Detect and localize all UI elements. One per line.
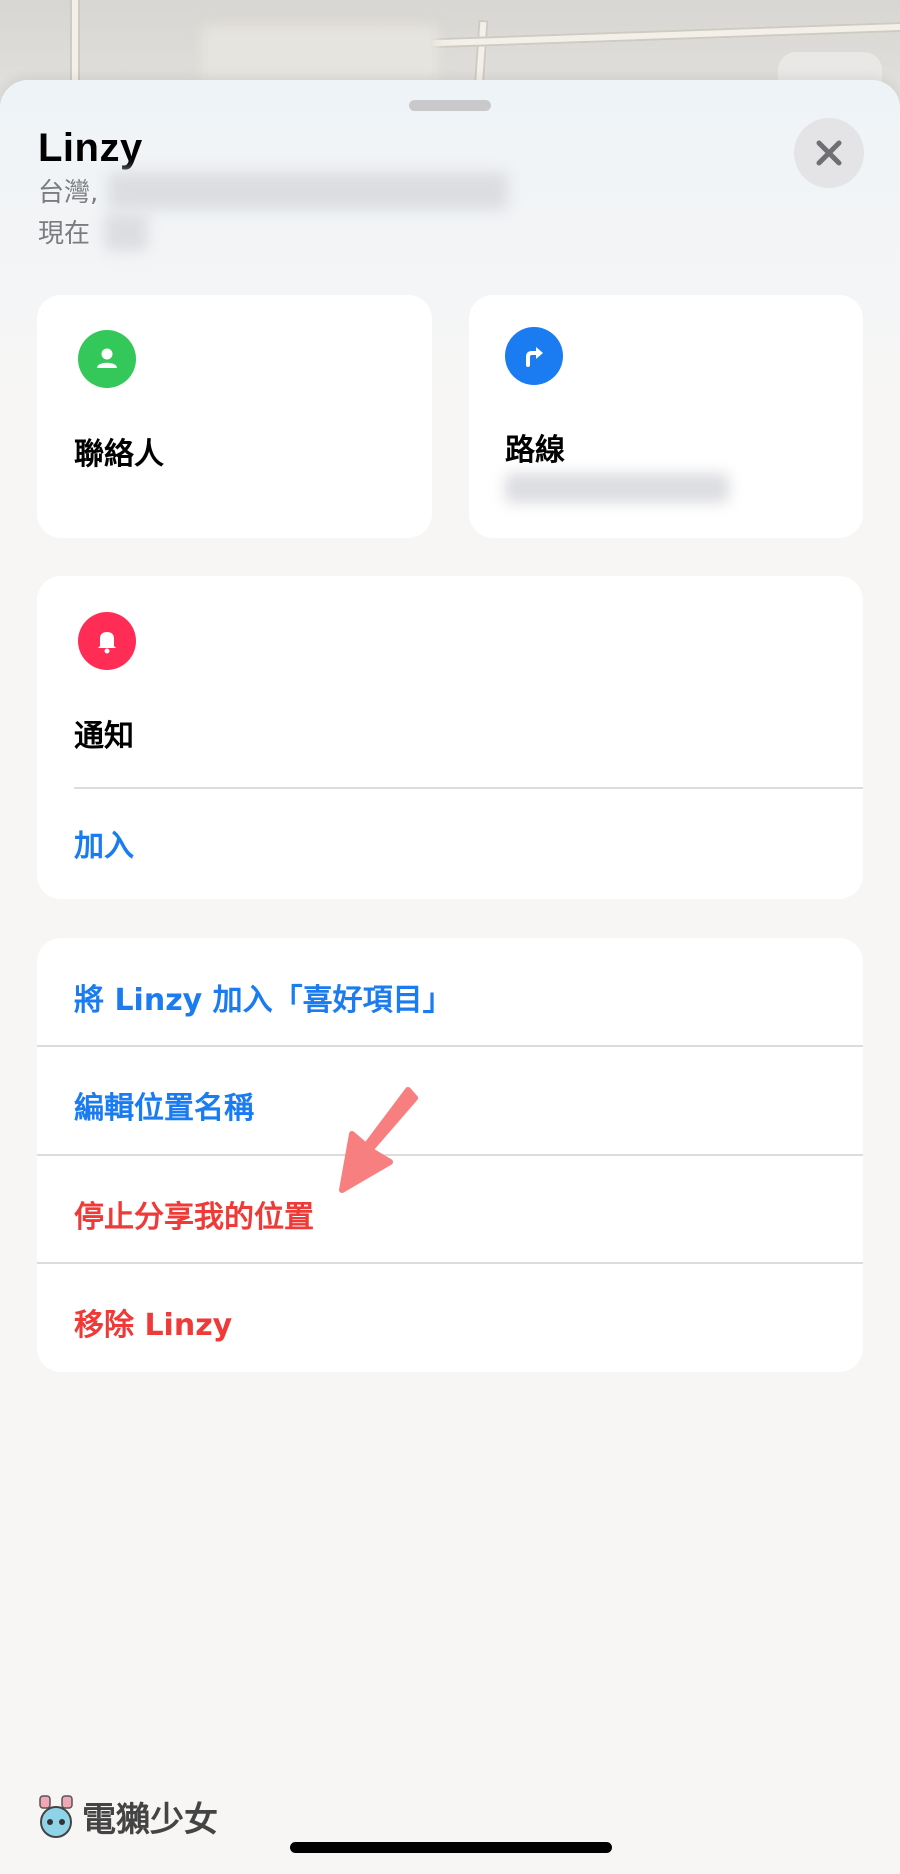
divider [37, 1045, 863, 1047]
person-name: Linzy [38, 126, 143, 170]
turn-right-icon [505, 327, 563, 385]
route-label: 路線 [505, 433, 565, 468]
add-notification-button[interactable]: 加入 [74, 821, 134, 865]
sheet-grabber[interactable] [409, 100, 491, 111]
map-label-blurred [202, 26, 438, 84]
watermark-logo: 電獺少女 [36, 1792, 218, 1841]
contact-card[interactable]: 聯絡人 [37, 295, 432, 538]
divider [74, 787, 863, 789]
remove-person-button[interactable]: 移除 Linzy [74, 1300, 232, 1344]
contact-label: 聯絡人 [74, 437, 164, 472]
map-road [429, 21, 900, 49]
action-list: 將 Linzy 加入「喜好項目」 編輯位置名稱 停止分享我的位置 移除 Linz… [37, 938, 863, 1372]
add-to-favorites-button[interactable]: 將 Linzy 加入「喜好項目」 [74, 975, 453, 1019]
divider [37, 1154, 863, 1156]
edit-location-name-button[interactable]: 編輯位置名稱 [74, 1083, 254, 1127]
watermark-text: 電獺少女 [82, 1800, 218, 1840]
divider [37, 1262, 863, 1264]
stop-sharing-location-button[interactable]: 停止分享我的位置 [74, 1192, 314, 1236]
route-card[interactable]: 路線 [469, 295, 863, 538]
annotation-arrow-icon [339, 1087, 418, 1193]
time-text: 現在 [38, 219, 91, 249]
mascot-icon [39, 1794, 73, 1838]
bell-icon [78, 612, 136, 670]
notification-card: 通知 加入 [37, 576, 863, 899]
home-indicator[interactable] [290, 1842, 612, 1853]
close-icon [816, 140, 842, 166]
notification-label: 通知 [74, 719, 134, 754]
location-text: 台灣, [38, 178, 99, 208]
time-blurred [104, 213, 148, 251]
person-icon [78, 330, 136, 388]
location-blurred [108, 172, 508, 210]
route-eta-blurred [505, 473, 729, 503]
close-button[interactable] [794, 118, 864, 188]
